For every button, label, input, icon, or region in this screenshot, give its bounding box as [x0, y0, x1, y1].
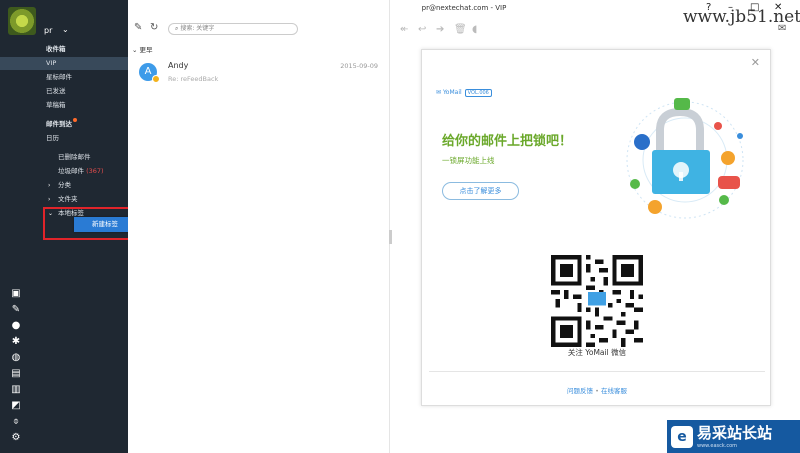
sidebar-item-calendar[interactable]: 日历: [0, 132, 128, 145]
feedback-link[interactable]: 问题反馈: [567, 387, 593, 395]
sidebar-item-folders[interactable]: › 文件夹: [0, 193, 128, 206]
delete-icon[interactable]: 🗑: [454, 24, 467, 35]
pane-splitter-handle[interactable]: [389, 230, 392, 244]
sidebar-tools: ▣ ✎ ● ✱ ◍ ▤ ▥ ◩ ⌽ ⚙: [10, 288, 24, 448]
spam-count-badge: (367): [86, 167, 104, 175]
wechat-qr-code: [551, 255, 643, 347]
watermark-bottom-url: www.easck.com: [697, 443, 738, 449]
sidebar-item-inbox[interactable]: 收件箱: [0, 43, 128, 56]
search-placeholder: 搜索: 关键字: [180, 25, 215, 32]
forward-icon[interactable]: ➔: [436, 24, 444, 35]
promo-card: ✕ ✉ YoMail VOL.006 给你的邮件上把锁吧！ 一锁屏功能上线 点击了…: [421, 49, 771, 406]
refresh-icon[interactable]: ↻: [150, 22, 158, 33]
list-toolbar: ✎ ↻ ⌕ 搜索: 关键字: [128, 20, 390, 38]
lock-illustration: [626, 98, 744, 219]
account-name[interactable]: pr: [44, 26, 52, 35]
list-item[interactable]: A Andy 2015-09-09 Re: reFeedBack: [128, 58, 390, 88]
chat-icon[interactable]: ●: [10, 320, 22, 332]
watermark-bottom: e 易采站长站 www.easck.com: [667, 420, 800, 453]
sidebar-item-sent[interactable]: 已发送: [0, 85, 128, 98]
qr-caption: 关注 YoMail 微信: [567, 348, 627, 357]
card-close-icon[interactable]: ✕: [751, 56, 760, 69]
reply-all-icon[interactable]: ↞: [400, 24, 408, 35]
stats-icon[interactable]: ▥: [10, 384, 22, 396]
vip-badge-icon: [152, 75, 160, 83]
notes-icon[interactable]: ✎: [10, 304, 22, 316]
account-avatar[interactable]: [8, 7, 36, 35]
settings-gear-icon[interactable]: ⚙: [10, 432, 22, 444]
sidebar-item-drafts[interactable]: 草稿箱: [0, 99, 128, 112]
search-input[interactable]: ⌕ 搜索: 关键字: [168, 23, 298, 35]
sidebar-item-categories-label: 分类: [58, 181, 71, 189]
unread-dot-icon: [73, 118, 77, 122]
yomail-logo: ✉ YoMail VOL.006: [436, 89, 492, 97]
mail-date: 2015-09-09: [340, 62, 378, 70]
card-divider: [429, 371, 765, 372]
tag-icon[interactable]: ◖: [472, 24, 477, 35]
support-link[interactable]: 在线客服: [601, 387, 627, 395]
board-icon[interactable]: ▣: [10, 288, 22, 300]
sidebar-item-folders-label: 文件夹: [58, 195, 78, 203]
link-separator: •: [595, 387, 599, 395]
message-list-pane: ✎ ↻ ⌕ 搜索: 关键字 ⌄ 更早 A Andy 2015-09-09 Re: …: [128, 0, 390, 453]
logo-text: YoMail: [442, 89, 462, 96]
sidebar-item-reminders[interactable]: 邮件到达: [0, 118, 128, 131]
mail-sender: Andy: [168, 61, 189, 70]
account-chevron-icon[interactable]: ⌄: [62, 25, 69, 34]
version-badge: VOL.006: [464, 89, 492, 97]
sidebar-item-categories[interactable]: › 分类: [0, 179, 128, 192]
sidebar-item-spam-label: 垃圾邮件: [58, 167, 84, 175]
contacts-icon[interactable]: ▤: [10, 368, 22, 380]
chevron-right-icon[interactable]: ›: [48, 179, 50, 192]
promo-headline: 给你的邮件上把锁吧！: [442, 134, 573, 149]
sidebar-item-deleted[interactable]: 已删除邮件: [0, 151, 128, 164]
promo-subline: 一锁屏功能上线: [442, 156, 495, 165]
chevron-right-icon[interactable]: ›: [48, 193, 50, 206]
sidebar-item-reminders-label: 邮件到达: [46, 120, 72, 128]
group-header-label: 更早: [139, 46, 153, 54]
sidebar-item-vip[interactable]: VIP: [0, 57, 128, 70]
compose-icon[interactable]: ✎: [134, 22, 142, 33]
apps-icon[interactable]: ✱: [10, 336, 22, 348]
watermark-top: www.jb51.net: [683, 7, 800, 27]
search-icon: ⌕: [175, 25, 179, 32]
app-window: pr ⌄ 收件箱 VIP 星标邮件 已发送 草稿箱 邮件到达 日历 已删除邮件 …: [0, 0, 800, 453]
site-logo-icon: e: [671, 426, 693, 448]
watermark-bottom-text: 易采站长站: [697, 424, 773, 442]
sidebar-item-spam[interactable]: 垃圾邮件 (367): [0, 165, 128, 178]
attachment-icon[interactable]: ⌽: [10, 416, 22, 428]
reply-icon[interactable]: ↩: [418, 24, 426, 35]
files-icon[interactable]: ◩: [10, 400, 22, 412]
group-header-earlier[interactable]: ⌄ 更早: [132, 44, 153, 54]
learn-more-button[interactable]: 点击了解更多: [442, 182, 519, 200]
sidebar-item-starred[interactable]: 星标邮件: [0, 71, 128, 84]
globe-icon[interactable]: ◍: [10, 352, 22, 364]
card-links: 问题反馈 • 在线客服: [422, 385, 772, 395]
mail-subject: Re: reFeedBack: [168, 75, 219, 83]
